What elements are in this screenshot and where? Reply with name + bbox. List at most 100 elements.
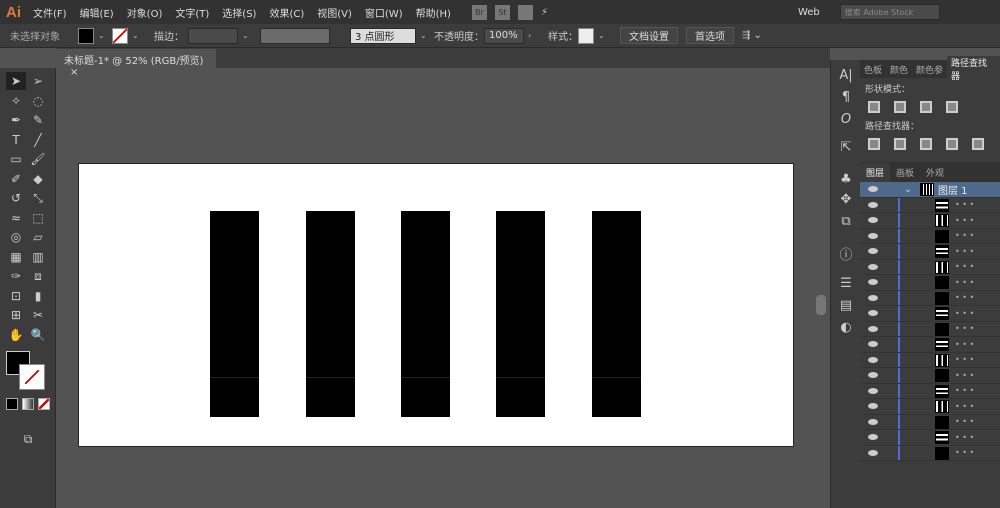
layer-row[interactable]: • • • (860, 383, 1000, 399)
stroke-icon[interactable]: ☰ (836, 276, 856, 291)
stock-button[interactable]: St (494, 4, 510, 20)
eye-icon[interactable] (868, 418, 878, 425)
gradient-icon[interactable]: ▤ (836, 298, 856, 313)
target-icon[interactable]: • • • (955, 402, 974, 411)
outline-icon[interactable] (972, 138, 984, 150)
layer-row[interactable]: • • • (860, 244, 1000, 260)
warp-icon[interactable]: ≈ (6, 209, 26, 227)
document-tab[interactable]: 未标题-1* @ 52% (RGB/预览) × (56, 49, 216, 78)
target-icon[interactable]: • • • (955, 231, 974, 240)
target-icon[interactable]: • • • (955, 355, 974, 364)
align-icon[interactable]: ⇶ ⌄ (742, 30, 762, 41)
layers-tab[interactable]: 图层 (860, 162, 891, 182)
eye-icon[interactable] (868, 387, 878, 394)
exclude-icon[interactable] (946, 101, 958, 113)
target-icon[interactable]: • • • (955, 417, 974, 426)
magic-wand-icon[interactable]: ✧ (6, 92, 26, 110)
variable-width-field[interactable] (260, 27, 330, 44)
layer-row[interactable]: • • • (860, 290, 1000, 306)
selection-tool-icon[interactable]: ➤ (6, 72, 26, 90)
chevron-down-icon[interactable]: ⌄ (904, 184, 912, 195)
rectangle-icon[interactable]: ▭ (6, 150, 26, 168)
menu-item[interactable]: 帮助(H) (416, 9, 451, 20)
menu-item[interactable]: 视图(V) (317, 9, 352, 20)
perspective-icon[interactable]: ▱ (28, 228, 48, 246)
menu-item[interactable]: 选择(S) (222, 9, 256, 20)
eye-icon[interactable] (868, 403, 878, 410)
layer-row[interactable]: • • • (860, 321, 1000, 337)
stroke-weight-field[interactable] (188, 27, 238, 44)
rotate-icon[interactable]: ↺ (6, 189, 26, 207)
layer-row[interactable]: • • • (860, 213, 1000, 229)
intersect-icon[interactable] (920, 101, 932, 113)
eye-icon[interactable] (868, 341, 878, 348)
menu-item[interactable]: 效果(C) (269, 9, 304, 20)
panel-tab[interactable]: 色板 (860, 63, 886, 76)
target-icon[interactable]: • • • (955, 262, 974, 271)
layer-row[interactable]: • • • (860, 368, 1000, 384)
eye-icon[interactable] (868, 186, 878, 193)
fill-swatch[interactable] (78, 27, 94, 44)
crop-icon[interactable] (946, 138, 958, 150)
lasso-icon[interactable]: ◌ (28, 92, 48, 110)
arrange-documents-icon[interactable] (517, 4, 533, 20)
transparency-icon[interactable]: ◐ (836, 320, 856, 335)
style-swatch[interactable] (578, 27, 594, 44)
export-icon[interactable]: ⇱ (836, 140, 856, 155)
black-bar[interactable] (592, 211, 641, 417)
eye-icon[interactable] (868, 201, 878, 208)
opentype-icon[interactable]: O (836, 112, 856, 127)
pen-icon[interactable]: ✒ (6, 111, 26, 129)
target-icon[interactable]: • • • (955, 309, 974, 318)
none-mode-icon[interactable] (38, 398, 50, 410)
eye-icon[interactable] (868, 279, 878, 286)
menu-item[interactable]: 窗口(W) (365, 9, 403, 20)
shaper-icon[interactable]: ✐ (6, 170, 26, 188)
layer-row[interactable]: • • • (860, 228, 1000, 244)
free-transform-icon[interactable]: ⬚ (28, 209, 48, 227)
chevron-down-icon[interactable]: ⌄ (132, 31, 142, 40)
eye-icon[interactable] (868, 325, 878, 332)
brush-select[interactable]: 3 点圆形 (350, 27, 416, 44)
stroke-swatch[interactable] (112, 27, 128, 44)
black-bar[interactable] (401, 211, 450, 417)
menu-item[interactable]: 文件(F) (33, 9, 67, 20)
layer-row[interactable]: • • • (860, 197, 1000, 213)
direct-selection-icon[interactable]: ➢ (28, 72, 48, 90)
layers-tab[interactable]: 画板 (890, 163, 920, 182)
target-icon[interactable]: • • • (955, 216, 974, 225)
close-icon[interactable]: × (70, 67, 78, 78)
eye-icon[interactable] (868, 263, 878, 270)
gpu-icon[interactable]: ⚡ (541, 7, 548, 18)
stock-search-input[interactable]: 搜索 Adobe Stock (839, 4, 940, 20)
target-icon[interactable]: • • • (955, 247, 974, 256)
unite-icon[interactable] (868, 101, 880, 113)
panel-tab[interactable]: 路径查找器 (947, 56, 1000, 82)
gradient-icon[interactable]: ▥ (28, 248, 48, 266)
eye-icon[interactable] (868, 248, 878, 255)
slice-icon[interactable]: ✂ (28, 306, 48, 324)
shape-builder-icon[interactable]: ◎ (6, 228, 26, 246)
target-icon[interactable]: • • • (955, 433, 974, 442)
target-icon[interactable]: • • • (955, 278, 974, 287)
character-icon[interactable]: A| (836, 68, 856, 83)
graph-icon[interactable]: ▮ (28, 287, 48, 305)
eye-icon[interactable] (868, 232, 878, 239)
divide-icon[interactable] (868, 138, 880, 150)
artboard[interactable] (78, 163, 794, 447)
panel-tab[interactable]: 颜色 (886, 63, 912, 76)
vertical-scrollbar[interactable] (816, 295, 826, 315)
eye-icon[interactable] (868, 294, 878, 301)
menu-item[interactable]: 对象(O) (127, 9, 163, 20)
eye-icon[interactable] (868, 449, 878, 456)
merge-icon[interactable] (920, 138, 932, 150)
chevron-down-icon[interactable]: ⌄ (98, 31, 108, 40)
bridge-button[interactable]: Br (471, 4, 487, 20)
target-icon[interactable]: • • • (955, 371, 974, 380)
layer-row[interactable]: • • • (860, 275, 1000, 291)
info-icon[interactable]: ⓘ (836, 244, 856, 263)
fill-mode-color-icon[interactable] (6, 398, 18, 410)
type-icon[interactable]: T (6, 131, 26, 149)
black-bar[interactable] (306, 211, 355, 417)
eye-icon[interactable] (868, 434, 878, 441)
